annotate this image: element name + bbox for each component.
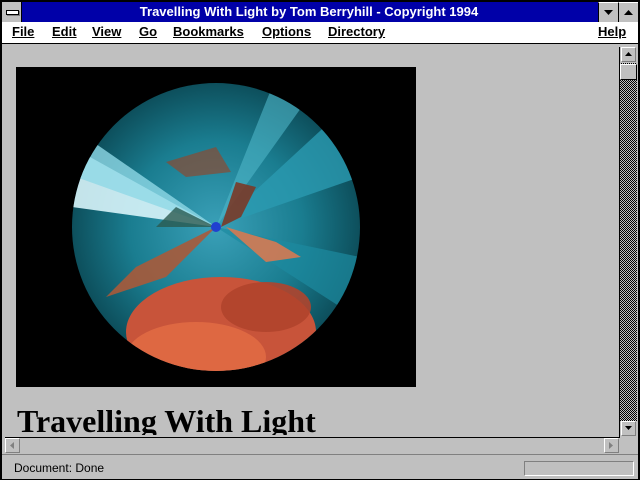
- maximize-button[interactable]: [618, 2, 638, 22]
- menu-directory[interactable]: Directory: [328, 24, 385, 40]
- scroll-up-button[interactable]: [621, 47, 636, 62]
- horizontal-scrollbar[interactable]: [5, 437, 619, 454]
- menu-help[interactable]: Help: [598, 24, 626, 40]
- status-bar: Document: Done: [2, 454, 638, 479]
- menu-go[interactable]: Go: [139, 24, 157, 40]
- scroll-down-arrow-icon: [625, 426, 632, 430]
- menu-bookmarks[interactable]: Bookmarks: [173, 24, 244, 40]
- menu-edit[interactable]: Edit: [52, 24, 77, 40]
- progress-indicator: [524, 461, 634, 476]
- fractal-artwork: [72, 83, 360, 371]
- scroll-left-button[interactable]: [5, 438, 20, 453]
- status-text: Document: Done: [14, 461, 105, 475]
- minimize-icon: [604, 10, 613, 15]
- minimize-button[interactable]: [598, 2, 618, 22]
- travelling-with-light-image: [16, 67, 416, 387]
- window-title: Travelling With Light by Tom Berryhill -…: [139, 4, 479, 19]
- browser-window: Travelling With Light by Tom Berryhill -…: [0, 0, 640, 480]
- vertical-scroll-thumb[interactable]: [620, 64, 637, 80]
- page-heading: Travelling With Light: [17, 403, 316, 435]
- scroll-right-button[interactable]: [604, 438, 619, 453]
- menu-options[interactable]: Options: [262, 24, 311, 40]
- title-bar[interactable]: Travelling With Light by Tom Berryhill -…: [2, 2, 638, 22]
- maximize-icon: [624, 10, 633, 15]
- menu-file[interactable]: File: [12, 24, 34, 40]
- menu-view[interactable]: View: [92, 24, 121, 40]
- scroll-left-arrow-icon: [10, 442, 14, 449]
- vertical-scrollbar[interactable]: [619, 47, 637, 438]
- scroll-down-button[interactable]: [621, 421, 636, 436]
- vertical-scroll-track[interactable]: [620, 63, 637, 421]
- scrollbar-corner: [619, 438, 637, 454]
- system-menu-button[interactable]: [2, 2, 22, 22]
- system-menu-icon: [6, 10, 19, 15]
- scroll-right-arrow-icon: [609, 442, 613, 449]
- scroll-up-arrow-icon: [625, 52, 632, 56]
- document-view: Travelling With Light: [5, 47, 618, 435]
- menu-bar: File Edit View Go Bookmarks Options Dire…: [2, 22, 638, 44]
